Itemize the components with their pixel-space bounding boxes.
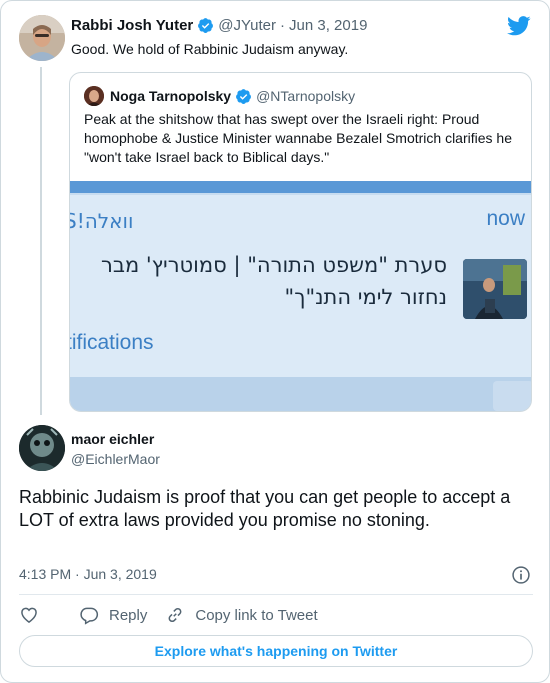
heart-icon: [21, 607, 37, 623]
parent-tweet-text: Good. We hold of Rabbinic Judaism anyway…: [71, 41, 349, 57]
main-handle[interactable]: @EichlerMaor: [71, 451, 160, 467]
twitter-bird-icon[interactable]: [507, 16, 531, 36]
walla-source-label: וואלה!S: [70, 209, 134, 233]
verified-badge-icon: [236, 88, 252, 104]
like-button[interactable]: [19, 605, 49, 625]
quoted-handle: @NTarnopolsky: [256, 88, 356, 104]
quoted-tweet-header: Noga Tarnopolsky @NTarnopolsky: [84, 86, 355, 106]
yuter-avatar[interactable]: [19, 15, 65, 61]
parent-display-name[interactable]: Rabbi Josh Yuter: [71, 17, 193, 34]
copy-link-label: Copy link to Tweet: [195, 606, 318, 624]
notification-time-label: now: [486, 207, 525, 230]
actions-divider: [19, 594, 533, 595]
explore-twitter-button[interactable]: Explore what's happening on Twitter: [19, 635, 533, 667]
main-tweet-text: Rabbinic Judaism is proof that you can g…: [19, 487, 511, 530]
copy-link-button[interactable]: Copy link to Tweet: [165, 605, 318, 625]
main-display-name[interactable]: maor eichler: [71, 431, 154, 447]
parent-date[interactable]: Jun 3, 2019: [289, 17, 367, 34]
main-timestamp[interactable]: 4:13 PM · Jun 3, 2019: [19, 566, 157, 582]
reply-label: Reply: [109, 606, 148, 624]
thread-connector-line: [40, 67, 42, 415]
parent-handle[interactable]: @JYuter: [218, 17, 276, 34]
tweet-actions: Reply Copy link to Tweet: [19, 605, 336, 625]
image-top-band: [70, 181, 531, 193]
news-thumbnail: [463, 259, 527, 319]
headline-line-1: סערת "משפט התורה" | סמוטריץ' מבר: [100, 253, 447, 277]
image-bottom-band: [70, 377, 531, 411]
quoted-tweet-text: Peak at the shitshow that has swept over…: [84, 111, 512, 165]
reply-button[interactable]: Reply: [79, 605, 147, 625]
quoted-tweet-image[interactable]: וואלה!S now סערת "משפט התורה" | סמוטריץ'…: [70, 181, 531, 411]
separator-dot: ·: [280, 17, 286, 34]
link-icon: [168, 607, 182, 623]
info-icon[interactable]: [511, 565, 531, 585]
tweet-embed-card: Rabbi Josh Yuter @JYuter · Jun 3, 2019 G…: [0, 0, 550, 683]
headline-line-2: נחזור לימי התנ"ך": [284, 285, 447, 309]
quoted-tweet[interactable]: Noga Tarnopolsky @NTarnopolsky Peak at t…: [69, 72, 532, 412]
reply-bubble-icon: [80, 607, 99, 625]
maor-avatar[interactable]: [19, 425, 65, 471]
notifications-label: tifications: [70, 331, 154, 354]
verified-badge-icon: [198, 18, 214, 33]
image-corner-block: [493, 381, 531, 411]
noga-avatar: [84, 86, 104, 106]
quoted-display-name: Noga Tarnopolsky: [110, 88, 232, 104]
parent-tweet-header: Rabbi Josh Yuter @JYuter · Jun 3, 2019: [71, 17, 367, 34]
